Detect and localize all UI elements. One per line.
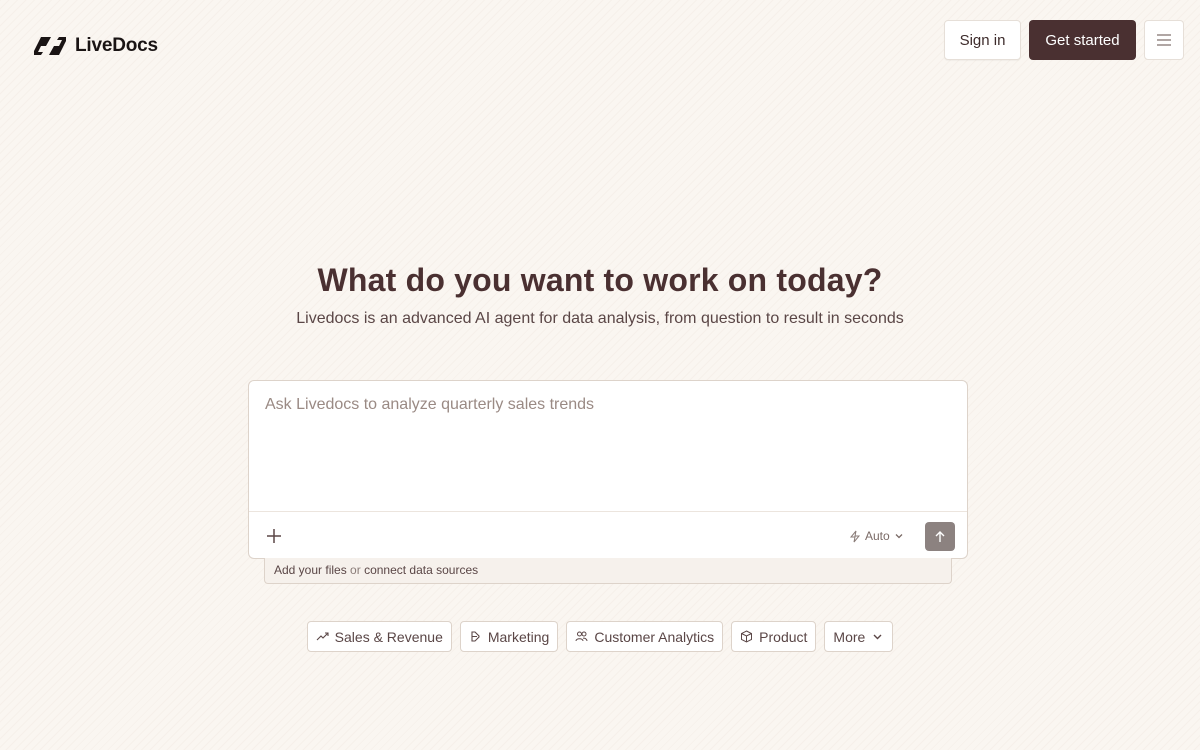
prompt-input[interactable] — [249, 381, 967, 511]
brand-name: LiveDocs — [75, 35, 158, 56]
page-title: What do you want to work on today? — [317, 262, 883, 298]
chip-label: Product — [759, 628, 808, 645]
add-attachment-button[interactable] — [262, 524, 286, 548]
chevron-down-icon — [873, 634, 882, 640]
category-chips: Sales & Revenue Marketing Customer Analy… — [0, 621, 1200, 652]
menu-button[interactable] — [1144, 20, 1184, 60]
chip-sales-revenue[interactable]: Sales & Revenue — [306, 621, 452, 652]
lightning-icon — [849, 530, 861, 542]
chip-label: More — [833, 628, 866, 645]
trending-up-icon — [316, 632, 329, 641]
prompt-box: Auto — [248, 380, 968, 559]
page-subtitle: Livedocs is an advanced AI agent for dat… — [296, 310, 904, 327]
logo-mark-icon — [34, 37, 66, 55]
mode-select[interactable]: Auto — [849, 526, 904, 546]
box-icon — [741, 630, 753, 643]
chip-marketing[interactable]: Marketing — [459, 621, 559, 652]
get-started-button[interactable]: Get started — [1029, 20, 1136, 60]
users-icon — [575, 631, 588, 642]
chip-product[interactable]: Product — [731, 621, 817, 652]
brand-logo[interactable]: LiveDocs — [33, 35, 158, 57]
arrow-up-icon — [935, 531, 945, 542]
send-button[interactable] — [925, 522, 955, 551]
chip-customer-analytics[interactable]: Customer Analytics — [566, 621, 724, 652]
files-bar: Add your files or connect data sources — [264, 558, 952, 584]
hamburger-icon — [1157, 34, 1171, 46]
megaphone-icon — [471, 631, 480, 642]
connect-data-sources-link[interactable]: connect data sources — [364, 563, 478, 577]
plus-icon — [267, 529, 281, 543]
chip-label: Sales & Revenue — [334, 628, 443, 645]
prompt-toolbar: Auto — [249, 511, 967, 558]
chip-label: Customer Analytics — [594, 628, 715, 645]
sign-in-button[interactable]: Sign in — [944, 20, 1021, 60]
chip-label: Marketing — [487, 628, 550, 645]
mode-label: Auto — [865, 529, 890, 543]
chip-more[interactable]: More — [824, 621, 894, 652]
files-bar-or: or — [350, 563, 361, 577]
add-files-link[interactable]: Add your files — [274, 563, 347, 577]
chevron-down-icon — [895, 534, 903, 539]
